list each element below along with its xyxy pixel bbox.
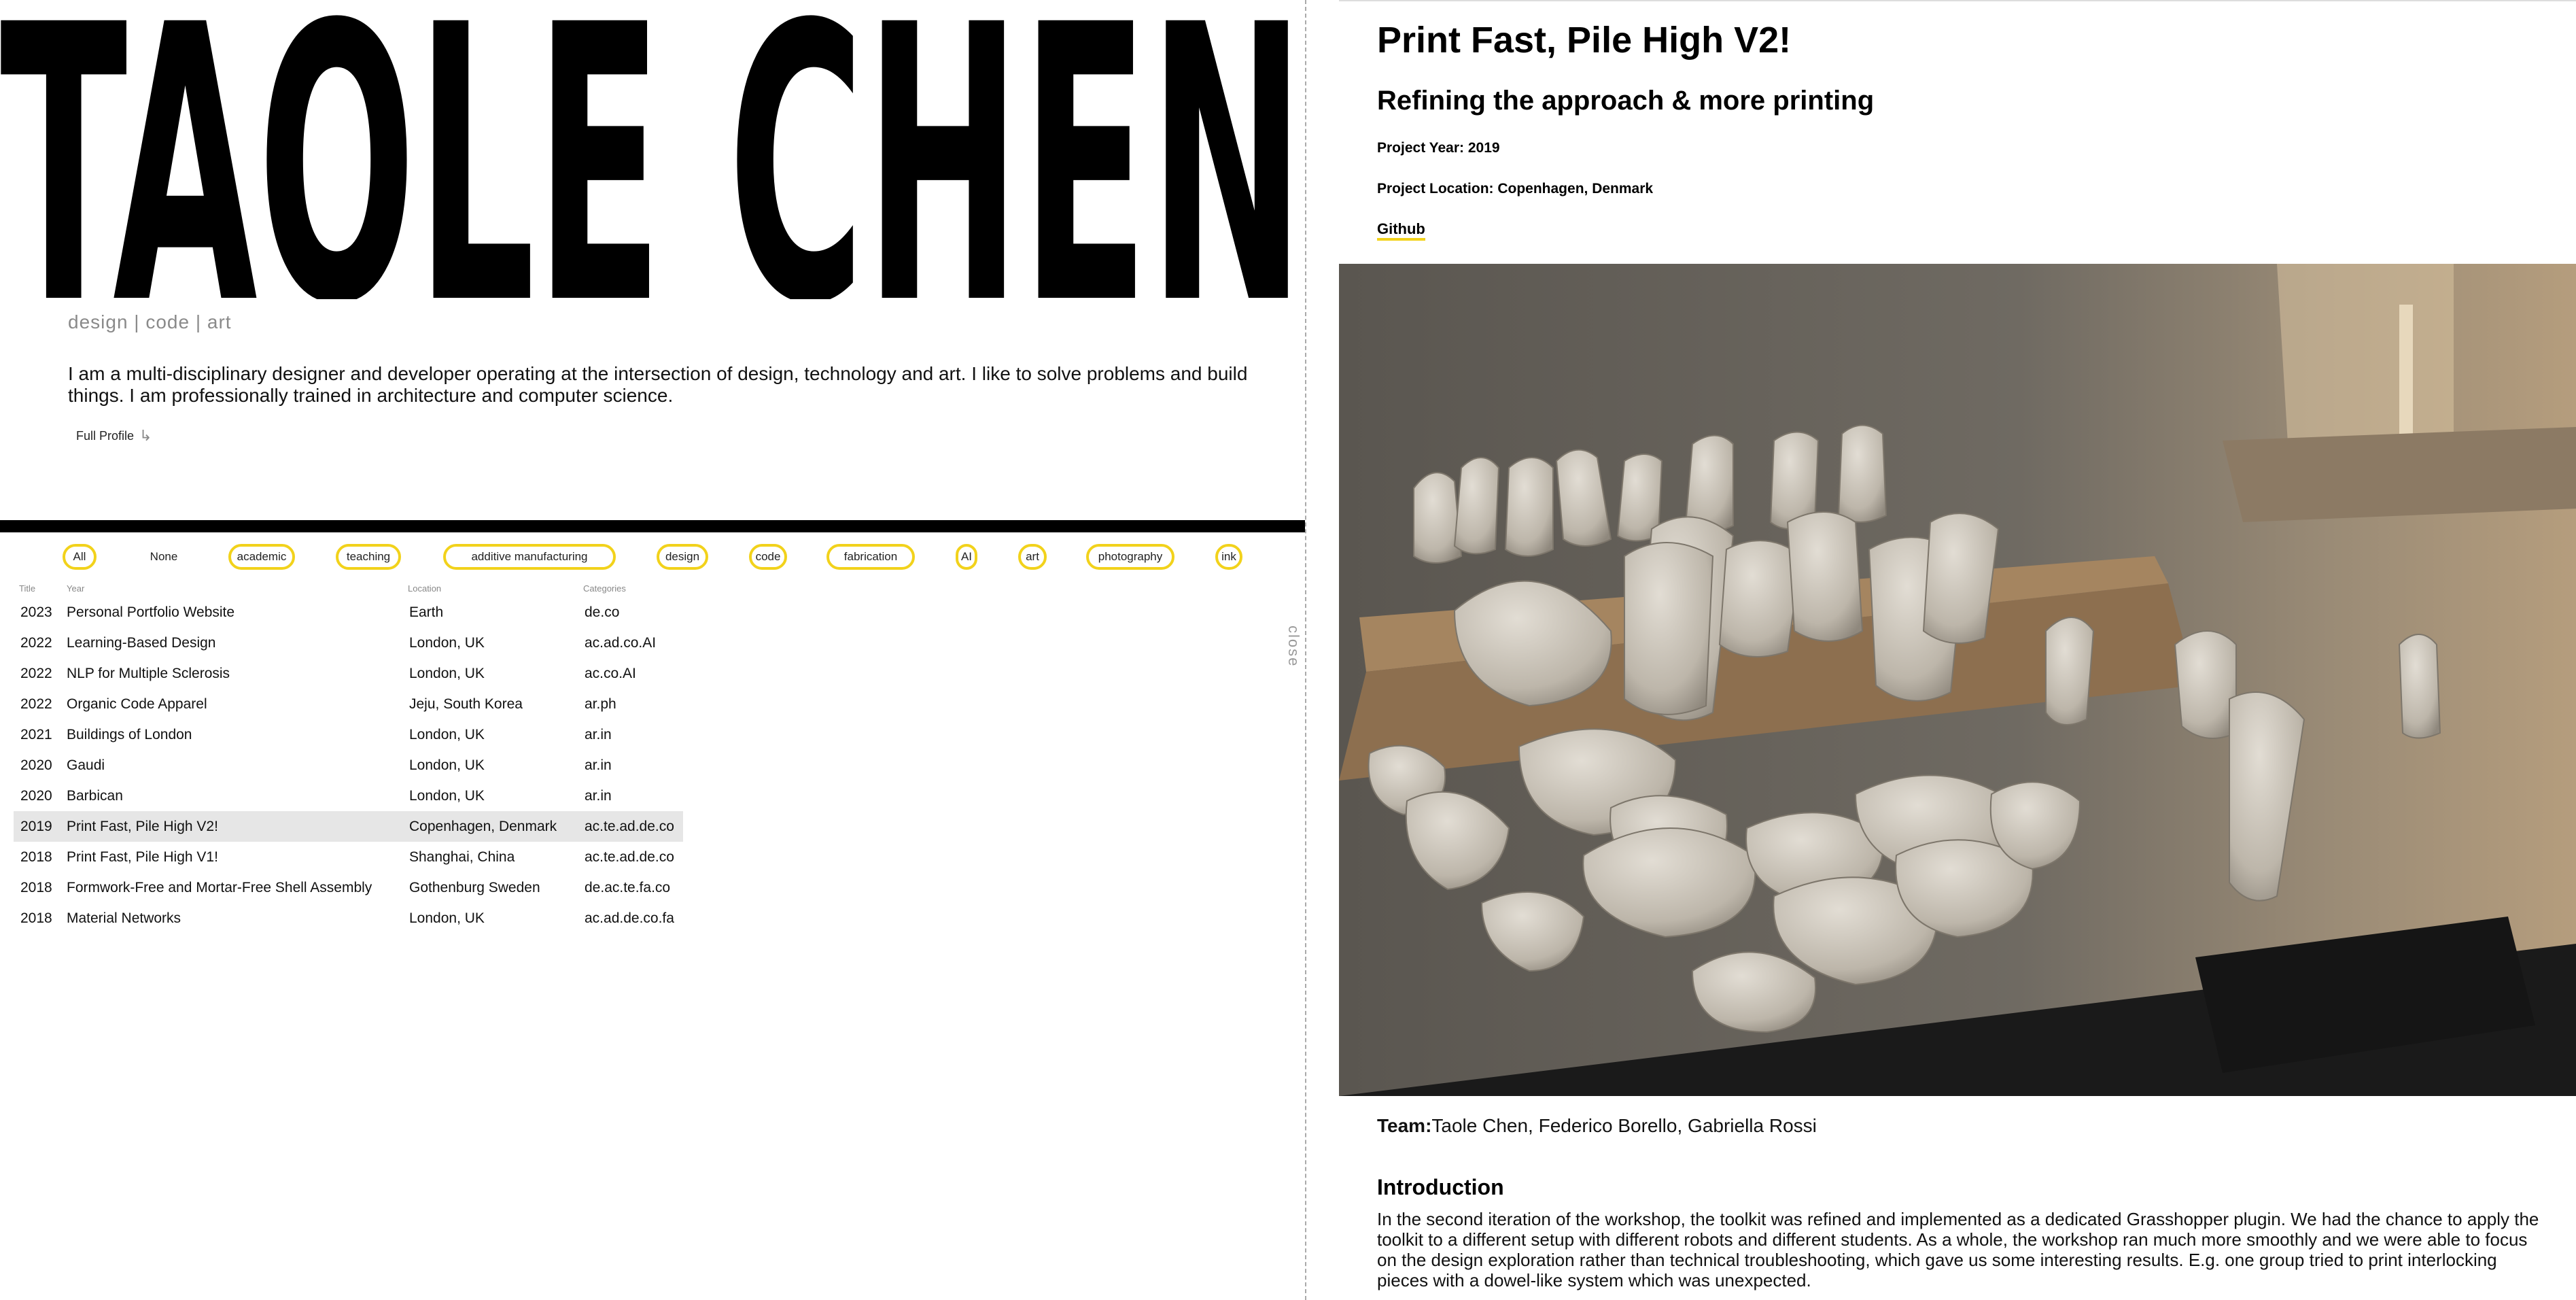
- filter-art[interactable]: art: [1018, 544, 1047, 570]
- team-label: Team:: [1377, 1115, 1432, 1136]
- header-year[interactable]: Year: [67, 583, 84, 594]
- intro-text: In the second iteration of the workshop,…: [1377, 1209, 2539, 1290]
- cell-location: London, UK: [409, 757, 485, 773]
- team-members: Taole Chen, Federico Borello, Gabriella …: [1431, 1115, 1817, 1136]
- return-arrow-icon: ↳: [139, 427, 152, 444]
- cell-year: 2018: [20, 910, 52, 926]
- header-categories[interactable]: Categories: [583, 583, 626, 594]
- panel-splitter[interactable]: [1305, 0, 1309, 1300]
- cell-categories: ar.in: [585, 727, 612, 742]
- close-button[interactable]: close: [1285, 626, 1302, 680]
- cell-location: Shanghai, China: [409, 849, 515, 865]
- cell-categories: ac.te.ad.de.co: [585, 849, 674, 865]
- cell-location: Earth: [409, 604, 444, 620]
- header-title[interactable]: Title: [19, 583, 35, 594]
- cell-categories: ar.in: [585, 757, 612, 773]
- cell-location: London, UK: [409, 910, 485, 926]
- table-row[interactable]: 2018 Print Fast, Pile High V1! Shanghai, C…: [14, 842, 683, 872]
- cell-title: Organic Code Apparel: [67, 696, 207, 712]
- full-profile-label: Full Profile: [76, 428, 135, 443]
- header-location[interactable]: Location: [408, 583, 441, 594]
- cell-year: 2022: [20, 666, 52, 681]
- filter-none[interactable]: None: [136, 544, 192, 570]
- cell-title: Learning-Based Design: [67, 635, 216, 651]
- team-line: Team:Taole Chen, Federico Borello, Gabri…: [1377, 1115, 1817, 1137]
- project-location: Project Location: Copenhagen, Denmark: [1377, 181, 1654, 196]
- cell-location: Jeju, South Korea: [409, 696, 523, 712]
- github-link[interactable]: Github: [1377, 220, 1425, 241]
- cell-title: NLP for Multiple Sclerosis: [67, 666, 230, 681]
- cell-title: Formwork-Free and Mortar-Free Shell Asse…: [67, 880, 372, 895]
- intro-heading: Introduction: [1377, 1175, 1504, 1199]
- cell-location: London, UK: [409, 635, 485, 651]
- cell-year: 2023: [20, 604, 52, 620]
- cell-location: London, UK: [409, 727, 485, 742]
- project-title: Print Fast, Pile High V2!: [1377, 20, 1792, 61]
- filter-additive-manufacturing[interactable]: additive manufacturing: [443, 544, 616, 570]
- cell-location: Copenhagen, Denmark: [409, 819, 557, 834]
- cell-categories: ac.ad.co.AI: [585, 635, 657, 651]
- full-profile-link[interactable]: Full Profile ↳: [76, 427, 152, 445]
- cell-categories: de.ac.te.fa.co: [585, 880, 671, 895]
- filter-all[interactable]: All: [63, 544, 97, 570]
- table-row[interactable]: 2022 NLP for Multiple Sclerosis London, UK…: [14, 658, 683, 689]
- filter-academic[interactable]: academic: [228, 544, 295, 570]
- name-banner: TAOLE CHEN: [0, 0, 1305, 299]
- cell-title: Personal Portfolio Website: [67, 604, 235, 620]
- project-year: Project Year: 2019: [1377, 140, 1500, 156]
- cell-location: Gothenburg Sweden: [409, 880, 540, 895]
- project-detail-panel: Print Fast, Pile High V2! Refining the a…: [1339, 0, 2576, 1300]
- cell-title: Print Fast, Pile High V2!: [67, 819, 218, 834]
- project-photo: [1339, 264, 2576, 1096]
- cell-categories: ac.ad.de.co.fa: [585, 910, 674, 926]
- table-row[interactable]: 2022 Organic Code Apparel Jeju, South Kore…: [14, 689, 683, 719]
- left-panel: TAOLE CHEN design | code | art I am a mu…: [0, 0, 1305, 1300]
- cell-categories: ac.co.AI: [585, 666, 636, 681]
- filter-ai[interactable]: AI: [956, 544, 977, 570]
- cell-year: 2018: [20, 880, 52, 895]
- table-row[interactable]: 2023 Personal Portfolio Website Earth de.co: [14, 597, 683, 628]
- cell-title: Buildings of London: [67, 727, 192, 742]
- cell-categories: ar.ph: [585, 696, 616, 712]
- category-filters: All None academic teaching additive manu…: [0, 544, 1305, 572]
- filter-teaching[interactable]: teaching: [336, 544, 401, 570]
- filter-design[interactable]: design: [657, 544, 708, 570]
- filter-code[interactable]: code: [749, 544, 787, 570]
- cell-title: Barbican: [67, 788, 123, 804]
- cell-categories: de.co: [585, 604, 620, 620]
- name-banner-text: TAOLE CHEN: [0, 0, 1305, 299]
- filter-ink[interactable]: ink: [1215, 544, 1242, 570]
- cell-year: 2019: [20, 819, 52, 834]
- project-subtitle: Refining the approach & more printing: [1377, 86, 1875, 116]
- cell-year: 2020: [20, 757, 52, 773]
- filter-fabrication[interactable]: fabrication: [826, 544, 915, 570]
- cell-location: London, UK: [409, 666, 485, 681]
- cell-categories: ac.te.ad.de.co: [585, 819, 674, 834]
- table-row[interactable]: 2018 Formwork-Free and Mortar-Free Shell …: [14, 872, 683, 903]
- table-row[interactable]: 2018 Material Networks London, UK ac.ad.de.…: [14, 903, 683, 934]
- bio-text: I am a multi-disciplinary designer and d…: [68, 363, 1248, 406]
- table-row[interactable]: 2021 Buildings of London London, UK ar.in: [14, 719, 683, 750]
- cell-title: Material Networks: [67, 910, 181, 926]
- filter-photography[interactable]: photography: [1086, 544, 1174, 570]
- table-row[interactable]: 2020 Barbican London, UK ar.in: [14, 781, 683, 811]
- table-row[interactable]: 2020 Gaudi London, UK ar.in: [14, 750, 683, 781]
- cell-location: London, UK: [409, 788, 485, 804]
- cell-title: Gaudi: [67, 757, 105, 773]
- tagline: design | code | art: [68, 311, 232, 332]
- table-row[interactable]: 2019 Print Fast, Pile High V2! Copenhagen,…: [14, 811, 683, 842]
- table-row[interactable]: 2022 Learning-Based Design London, UK ac.ad…: [14, 628, 683, 658]
- cell-year: 2022: [20, 696, 52, 712]
- cell-categories: ar.in: [585, 788, 612, 804]
- section-divider: [0, 520, 1305, 532]
- cell-year: 2020: [20, 788, 52, 804]
- cell-year: 2021: [20, 727, 52, 742]
- top-border: [1339, 0, 2576, 1]
- cell-title: Print Fast, Pile High V1!: [67, 849, 218, 865]
- cell-year: 2022: [20, 635, 52, 651]
- cell-year: 2018: [20, 849, 52, 865]
